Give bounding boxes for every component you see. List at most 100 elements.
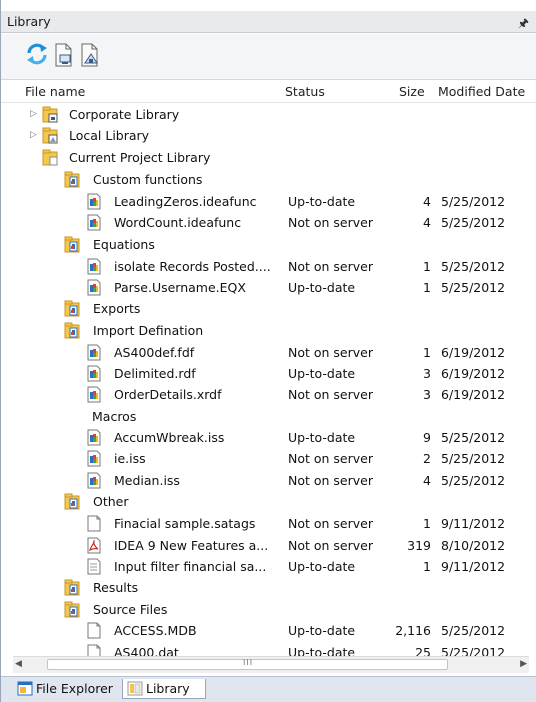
row-date: 8/10/2012 bbox=[441, 538, 506, 553]
row-date: 5/25/2012 bbox=[441, 194, 506, 209]
col-status[interactable]: Status bbox=[285, 84, 325, 99]
tree-row[interactable]: ▷ Local Library bbox=[1, 125, 536, 146]
col-modified-date[interactable]: Modified Date bbox=[438, 84, 525, 99]
row-status: Not on server bbox=[288, 387, 373, 402]
col-size[interactable]: Size bbox=[399, 84, 425, 99]
row-date: 5/25/2012 bbox=[441, 280, 506, 295]
tab-label: Library bbox=[146, 681, 190, 696]
row-status: Not on server bbox=[288, 451, 373, 466]
row-name: Import Defination bbox=[93, 323, 204, 338]
row-size: 1 bbox=[423, 559, 431, 574]
tree-row[interactable]: Macros bbox=[1, 406, 536, 427]
row-name: WordCount.ideafunc bbox=[114, 215, 242, 230]
idea-file-icon bbox=[86, 193, 102, 210]
corporate-library-icon[interactable] bbox=[77, 42, 101, 68]
scroll-left-icon[interactable]: ◀ bbox=[15, 659, 22, 669]
row-date: 5/25/2012 bbox=[441, 473, 506, 488]
row-name: AS400.dat bbox=[114, 645, 179, 656]
row-date: 6/19/2012 bbox=[441, 387, 506, 402]
category-folder-icon bbox=[64, 300, 80, 317]
tree-row[interactable]: ◢Source Files bbox=[1, 599, 536, 620]
scroll-grip: III bbox=[243, 658, 254, 667]
tree-row[interactable]: Median.iss Not on server 4 5/25/2012 bbox=[1, 470, 536, 491]
row-date: 6/19/2012 bbox=[441, 345, 506, 360]
scroll-right-icon[interactable]: ▶ bbox=[520, 659, 527, 669]
tab-label: File Explorer bbox=[36, 681, 113, 696]
row-size: 2,116 bbox=[395, 623, 431, 638]
tree-row[interactable]: WordCount.ideafunc Not on server 4 5/25/201… bbox=[1, 212, 536, 233]
idea-file-icon bbox=[86, 450, 102, 467]
text-file-icon bbox=[86, 558, 102, 575]
tree-row[interactable]: IDEA 9 New Features a... Not on server 319… bbox=[1, 535, 536, 556]
tree-row[interactable]: Parse.Username.EQX Up-to-date 1 5/25/2012 bbox=[1, 277, 536, 298]
toolbar bbox=[1, 34, 536, 80]
library-icon bbox=[127, 681, 143, 696]
row-name: Input filter financial sa... bbox=[114, 559, 267, 574]
tree-row[interactable]: Delimited.rdf Up-to-date 3 6/19/2012 bbox=[1, 363, 536, 384]
row-name: Corporate Library bbox=[69, 107, 180, 122]
tree-row[interactable]: Input filter financial sa... Up-to-date 1 9… bbox=[1, 556, 536, 577]
row-date: 5/25/2012 bbox=[441, 430, 506, 445]
row-date: 5/25/2012 bbox=[441, 623, 506, 638]
row-name: AS400def.fdf bbox=[114, 345, 195, 360]
row-size: 4 bbox=[423, 194, 431, 209]
idea-file-icon bbox=[86, 344, 102, 361]
local-library-folder-icon bbox=[42, 127, 58, 144]
row-status: Not on server bbox=[288, 473, 373, 488]
refresh-icon[interactable] bbox=[25, 42, 49, 68]
row-size: 1 bbox=[423, 345, 431, 360]
row-name: isolate Records Posted.... bbox=[114, 259, 271, 274]
tree-row[interactable]: ◢Other bbox=[1, 491, 536, 512]
project-library-folder-icon bbox=[42, 149, 58, 166]
category-folder-icon bbox=[64, 236, 80, 253]
col-file-name[interactable]: File name bbox=[25, 84, 85, 99]
tree-row[interactable]: Current Project Library bbox=[1, 147, 536, 168]
tree-row[interactable]: OrderDetails.xrdf Not on server 3 6/19/2012 bbox=[1, 384, 536, 405]
category-folder-icon bbox=[64, 493, 80, 510]
scroll-thumb[interactable]: III bbox=[47, 658, 448, 670]
row-name: OrderDetails.xrdf bbox=[114, 387, 222, 402]
horizontal-scrollbar[interactable]: ◀ III ▶ bbox=[13, 656, 529, 673]
tree-row[interactable]: Results bbox=[1, 577, 536, 598]
tree-row[interactable]: ▷ Corporate Library bbox=[1, 104, 536, 125]
tree-row[interactable]: ◢Import Defination bbox=[1, 320, 536, 341]
tree-row[interactable]: AS400.dat Up-to-date 25 5/25/2012 bbox=[1, 642, 536, 656]
row-date: 9/11/2012 bbox=[441, 516, 506, 531]
row-status: Up-to-date bbox=[288, 280, 356, 295]
row-status: Not on server bbox=[288, 538, 373, 553]
row-date: 5/25/2012 bbox=[441, 259, 506, 274]
idea-file-icon bbox=[86, 214, 102, 231]
column-header: File name Status Size Modified Date bbox=[1, 81, 536, 103]
local-library-icon[interactable] bbox=[51, 42, 75, 68]
category-folder-icon bbox=[64, 322, 80, 339]
tree-row[interactable]: isolate Records Posted.... Not on server 1… bbox=[1, 256, 536, 277]
category-folder-icon bbox=[64, 171, 80, 188]
tree-row[interactable]: Exports bbox=[1, 298, 536, 319]
tree-row[interactable]: ACCESS.MDB Up-to-date 2,116 5/25/2012 bbox=[1, 620, 536, 641]
row-status: Not on server bbox=[288, 345, 373, 360]
tree-row[interactable]: ◢Equations bbox=[1, 234, 536, 255]
row-status: Not on server bbox=[288, 516, 373, 531]
collapsed-arrow-icon[interactable]: ▷ bbox=[30, 108, 40, 120]
pin-icon[interactable]: 🖈 bbox=[518, 14, 529, 35]
row-name: ACCESS.MDB bbox=[114, 623, 197, 638]
row-status: Not on server bbox=[288, 215, 373, 230]
idea-file-icon bbox=[86, 472, 102, 489]
tree-row[interactable]: AccumWbreak.iss Up-to-date 9 5/25/2012 bbox=[1, 427, 536, 448]
file-explorer-icon bbox=[17, 681, 33, 696]
file-tree: ▷ Corporate Library ▷ Local Library Current … bbox=[1, 104, 536, 656]
tree-row[interactable]: LeadingZeros.ideafunc Up-to-date 4 5/25/201… bbox=[1, 191, 536, 212]
collapsed-arrow-icon[interactable]: ▷ bbox=[30, 129, 40, 141]
tab-library[interactable]: Library bbox=[122, 679, 206, 699]
row-size: 4 bbox=[423, 473, 431, 488]
tree-row[interactable]: ◢Custom functions bbox=[1, 169, 536, 190]
tree-row[interactable]: ie.iss Not on server 2 5/25/2012 bbox=[1, 448, 536, 469]
tree-row[interactable]: AS400def.fdf Not on server 1 6/19/2012 bbox=[1, 342, 536, 363]
tab-file-explorer[interactable]: File Explorer bbox=[13, 679, 121, 699]
category-folder-icon bbox=[64, 579, 80, 596]
row-date: 5/25/2012 bbox=[441, 215, 506, 230]
row-name: ie.iss bbox=[114, 451, 146, 466]
row-size: 1 bbox=[423, 516, 431, 531]
row-name: Custom functions bbox=[93, 172, 203, 187]
tree-row[interactable]: Finacial sample.satags Not on server 1 9/11… bbox=[1, 513, 536, 534]
